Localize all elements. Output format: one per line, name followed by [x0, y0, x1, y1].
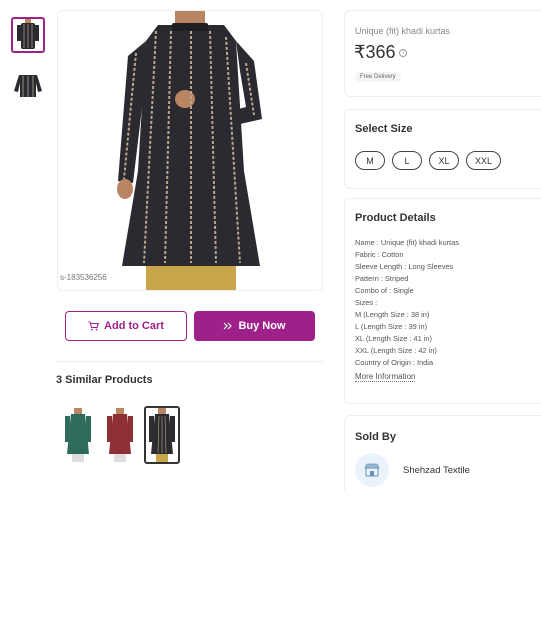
price-value: ₹366 [354, 42, 396, 62]
similar-kurta-image [65, 408, 91, 462]
seller-card: Sold By Shehzad Textile [344, 415, 541, 495]
detail-line: M (Length Size : 38 in) [355, 310, 430, 319]
detail-line: Fabric : Cotton [355, 250, 404, 259]
main-product-image[interactable]: s-183536256 [57, 10, 323, 291]
size-option-xxl[interactable]: XXL [466, 151, 502, 170]
product-details-title: Product Details [355, 212, 436, 224]
double-chevron-icon [224, 322, 233, 330]
kurta-thumb-front-image [17, 19, 39, 49]
detail-line: Pattern : Striped [355, 274, 409, 283]
store-icon [355, 453, 389, 487]
kurta-model-image [117, 11, 262, 290]
detail-line: Sizes : [355, 298, 378, 307]
detail-line: Sleeve Length : Long Sleeves [355, 262, 454, 271]
similar-kurta-image [149, 408, 175, 462]
product-name: Unique (fit) khadi kurtas [355, 26, 451, 36]
detail-line: L (Length Size : 39 in) [355, 322, 428, 331]
price-card: Unique (fit) khadi kurtas ₹366 i Free De… [344, 10, 541, 97]
section-divider [55, 361, 323, 362]
size-option-l[interactable]: L [392, 151, 422, 170]
sold-by-title: Sold By [355, 431, 396, 443]
similar-product-black[interactable] [144, 406, 180, 464]
image-code-label: s-183536256 [60, 273, 107, 282]
cart-icon [88, 321, 100, 331]
similar-product-maroon[interactable] [102, 406, 138, 464]
detail-line: XXL (Length Size : 42 in) [355, 346, 437, 355]
kurta-thumb-back-image [14, 75, 42, 97]
thumbnail-front[interactable] [11, 17, 45, 53]
size-option-xl[interactable]: XL [429, 151, 459, 170]
seller-name: Shehzad Textile [403, 464, 470, 476]
similar-products-title: 3 Similar Products [56, 374, 153, 386]
detail-line: Combo of : Single [355, 286, 414, 295]
buy-now-button[interactable]: Buy Now [194, 311, 315, 341]
similar-product-green[interactable] [60, 406, 96, 464]
add-to-cart-button[interactable]: Add to Cart [65, 311, 187, 341]
thumbnail-list [11, 17, 47, 117]
size-card: Select Size M L XL XXL [344, 109, 541, 189]
add-to-cart-label: Add to Cart [104, 320, 164, 332]
size-option-m[interactable]: M [355, 151, 385, 170]
detail-line: XL (Length Size : 41 in) [355, 334, 432, 343]
product-price: ₹366 i [354, 42, 408, 63]
size-options: M L XL XXL [355, 151, 502, 170]
similar-kurta-image [107, 408, 133, 462]
more-information-link[interactable]: More Information [355, 372, 416, 382]
info-icon[interactable]: i [399, 48, 408, 57]
thumbnail-back[interactable] [11, 67, 45, 103]
free-delivery-badge: Free Delivery [355, 72, 401, 82]
similar-products-list [60, 406, 180, 464]
select-size-title: Select Size [355, 123, 413, 135]
product-details-card: Product Details Name : Unique (fit) khad… [344, 198, 541, 404]
detail-line: Name : Unique (fit) khadi kurtas [355, 238, 459, 247]
detail-line: Country of Origin : India [355, 358, 434, 367]
seller-info[interactable]: Shehzad Textile [355, 453, 470, 487]
buy-now-label: Buy Now [238, 320, 286, 332]
product-details-list: Name : Unique (fit) khadi kurtas Fabric … [355, 237, 459, 369]
action-buttons: Add to Cart Buy Now [65, 311, 315, 341]
